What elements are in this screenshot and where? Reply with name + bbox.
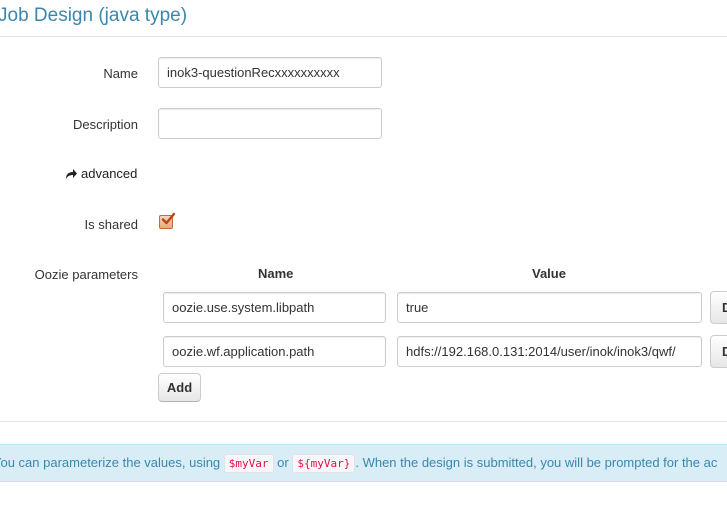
advanced-label: advanced <box>81 166 138 181</box>
check-icon <box>161 212 175 225</box>
oozie-parameters-label: Oozie parameters <box>34 267 138 282</box>
share-arrow-icon <box>66 168 77 179</box>
param-value-input[interactable]: true <box>397 292 702 323</box>
info-text-before: You can parameterize the values, using <box>0 455 221 470</box>
name-label: Name <box>103 66 138 81</box>
is-shared-checkbox[interactable] <box>159 212 175 229</box>
param-name-input[interactable]: oozie.wf.application.path <box>163 336 386 367</box>
page-title: Job Design (java type) <box>0 5 188 26</box>
info-text-after: . When the design is submitted, you will… <box>355 455 718 470</box>
title-divider <box>0 36 727 37</box>
column-header-name: Name <box>258 266 294 281</box>
description-input[interactable] <box>158 108 382 139</box>
add-param-button[interactable]: Add <box>158 373 201 402</box>
delete-param-button[interactable]: D <box>710 291 727 324</box>
info-alert: You can parameterize the values, using $… <box>0 444 727 482</box>
column-header-value: Value <box>532 266 566 281</box>
info-text-or: or <box>277 455 289 470</box>
name-input[interactable]: inok3-questionRecxxxxxxxxxx <box>158 57 382 88</box>
is-shared-label: Is shared <box>84 217 138 232</box>
advanced-link[interactable]: advanced <box>64 166 137 181</box>
code-myvar: $myVar <box>223 454 274 473</box>
param-name-input[interactable]: oozie.use.system.libpath <box>163 292 386 323</box>
description-label: Description <box>72 117 138 132</box>
delete-param-button[interactable]: D <box>710 335 727 368</box>
form-divider <box>0 421 727 422</box>
param-value-input[interactable]: hdfs://192.168.0.131:2014/user/inok/inok… <box>397 336 702 367</box>
code-myvar-braced: ${myVar} <box>292 454 356 473</box>
